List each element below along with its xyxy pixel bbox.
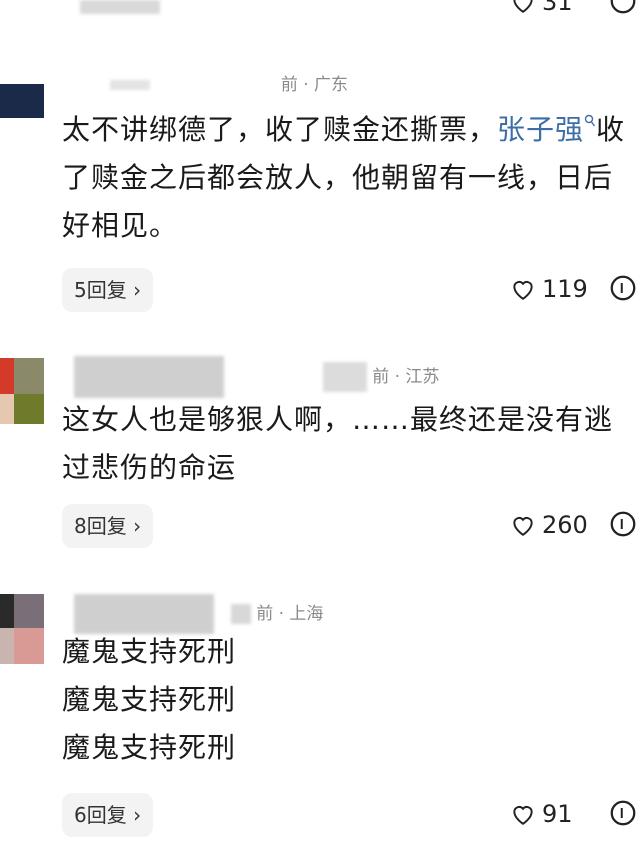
comment-meta: 前 · 广东: [110, 70, 348, 95]
comment-text: 这女人也是够狠人啊，……最终还是没有逃过悲伤的命运: [62, 403, 614, 484]
heart-icon: [513, 0, 533, 13]
comment-location: 前 · 江苏: [372, 367, 440, 387]
blurred-username: [80, 0, 160, 14]
view-replies-button[interactable]: 5回复 ›: [62, 268, 154, 312]
comment-line: 魔鬼支持死刑: [62, 683, 237, 716]
like-button[interactable]: 260: [510, 511, 588, 539]
comment-bubble-icon[interactable]: [608, 273, 638, 303]
avatar[interactable]: [0, 594, 44, 664]
like-button[interactable]: 31: [510, 0, 573, 16]
comment-line: 魔鬼支持死刑: [62, 731, 237, 764]
comment-item: 前 · 广东 太不讲绑德了，收了赎金还撕票，张子强 收了赎金之后都会放人，他朝留有…: [0, 60, 640, 320]
comment-location: 前 · 广东: [280, 75, 349, 95]
comment-meta: 前 · 江苏: [74, 356, 439, 398]
comment-bubble-icon[interactable]: [608, 0, 638, 16]
comment-location: 前 · 上海: [256, 604, 324, 624]
avatar[interactable]: [0, 358, 44, 424]
comment-line: 魔鬼支持死刑: [62, 635, 237, 668]
top-partial-row: 31: [0, 0, 640, 20]
search-icon: [584, 114, 596, 127]
comment-bubble-icon[interactable]: [608, 509, 638, 539]
like-count: 119: [542, 275, 588, 303]
avatar[interactable]: [0, 84, 44, 118]
heart-icon: [513, 517, 533, 536]
heart-icon: [513, 806, 533, 825]
user-mention-link[interactable]: 张子强: [497, 113, 596, 146]
like-count: 260: [542, 511, 588, 539]
like-count: 31: [542, 0, 573, 16]
heart-icon: [513, 281, 533, 300]
like-count: 91: [542, 800, 573, 828]
like-button[interactable]: 91: [510, 800, 573, 828]
comment-bubble-icon[interactable]: [608, 798, 638, 828]
comment-item: 前 · 江苏 这女人也是够狠人啊，……最终还是没有逃过悲伤的命运 8回复 › 2…: [0, 350, 640, 570]
like-button[interactable]: 119: [510, 275, 588, 303]
view-replies-button[interactable]: 8回复 ›: [62, 504, 154, 548]
blurred-username: [74, 356, 224, 398]
blurred-username: [110, 80, 150, 90]
view-replies-button[interactable]: 6回复 ›: [62, 793, 154, 837]
comment-item: 前 · 上海 魔鬼支持死刑 魔鬼支持死刑 魔鬼支持死刑 6回复 › 91: [0, 588, 640, 853]
comment-text: 魔鬼支持死刑 魔鬼支持死刑 魔鬼支持死刑: [62, 628, 634, 772]
comment-text: 太不讲绑德了，收了赎金还撕票，张子强 收了赎金之后都会放人，他朝留有一线，日后好相…: [62, 113, 626, 242]
